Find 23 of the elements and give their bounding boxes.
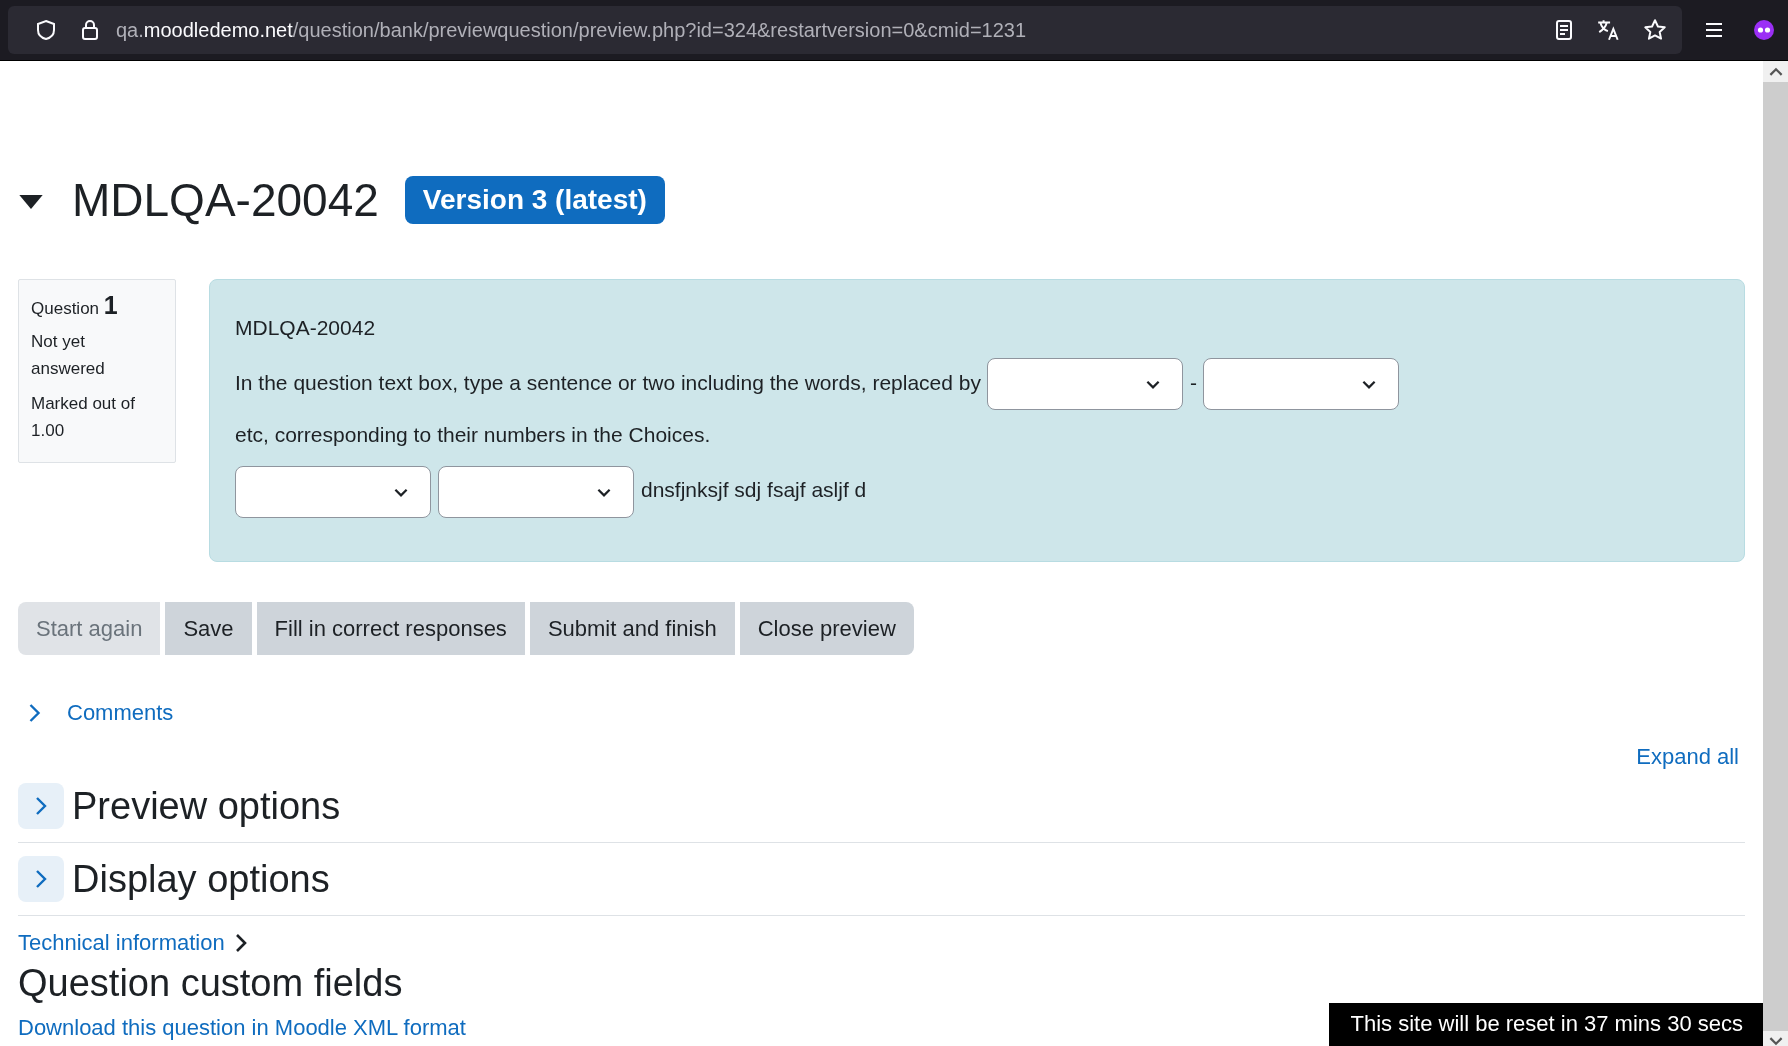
custom-fields-heading: Question custom fields [18, 962, 404, 1005]
question-text: their numbers in the Choices. [437, 423, 711, 447]
download-link[interactable]: Download this question in Moodle XML format [18, 1015, 466, 1041]
question-title: MDLQA-20042 [72, 173, 379, 227]
question-text: - [1189, 371, 1197, 394]
question-marks: Marked out of 1.00 [31, 393, 136, 442]
question-name: MDLQA-20042 [235, 316, 377, 340]
reset-notice: This site will be reset in 37 mins 30 secs [1328, 1003, 1763, 1046]
action-button[interactable]: Submit and finish [529, 602, 735, 655]
question-state: Not yet answered [31, 331, 106, 380]
action-button[interactable]: Fill in correct responses [256, 602, 525, 655]
technical-information-link[interactable]: Technical information [18, 930, 225, 956]
action-button[interactable]: Save [165, 602, 252, 655]
expand-all-link[interactable]: Expand all [1636, 744, 1739, 770]
question-text: dnsfjnksjf sdj fsajf asljf d [641, 478, 867, 502]
section-title[interactable]: Preview options [72, 784, 341, 828]
question-text: In the question text box, type a sentence or two including the words, replaced by [235, 371, 981, 394]
section-title[interactable]: Display options [72, 857, 330, 901]
question-number: Question 1 [31, 292, 119, 321]
comments-link[interactable]: Comments [67, 700, 174, 726]
version-badge: Version 3 (latest) [404, 176, 665, 224]
question-text: etc, corresponding to [235, 423, 432, 447]
action-button[interactable]: Close preview [739, 602, 914, 655]
